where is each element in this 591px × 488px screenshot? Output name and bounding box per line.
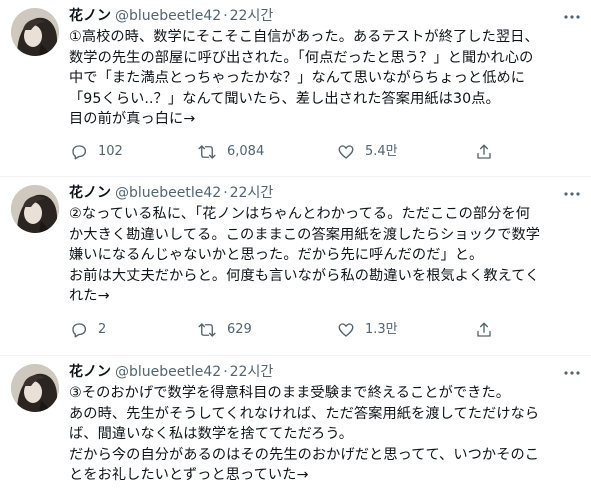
avatar[interactable] (11, 185, 59, 233)
tweet[interactable]: 花ノン @bluebeetle42 · 22시간 ③そのおかげで数学を得意科目のまま受… (0, 356, 591, 488)
retweet-icon (197, 143, 217, 161)
like-count: 5.4만 (365, 144, 398, 159)
retweet-count: 629 (227, 322, 252, 337)
author-name[interactable]: 花ノン (69, 8, 111, 24)
timestamp[interactable]: 22시간 (230, 8, 274, 24)
separator: · (223, 364, 228, 380)
retweet-button[interactable]: 6,084 (197, 140, 264, 164)
like-count: 1.3만 (365, 322, 398, 337)
tweet[interactable]: 花ノン @bluebeetle42 · 22시간 ②なっている私に、「花ノンはちゃんと… (0, 177, 591, 355)
reply-count: 2 (98, 322, 107, 337)
timestamp[interactable]: 22시간 (230, 185, 274, 201)
tweet-text: ②なっている私に、「花ノンはちゃんとわかってる。ただここの部分を何 か大きく勘違… (69, 206, 541, 304)
share-icon (475, 321, 493, 339)
tweet-header: 花ノン @bluebeetle42 · 22시간 (69, 6, 551, 26)
tweet[interactable]: 花ノン @bluebeetle42 · 22시간 ①高校の時、数学にそこそこ自信があっ… (0, 0, 591, 176)
tweet-header: 花ノン @bluebeetle42 · 22시간 (69, 362, 551, 382)
reply-icon (70, 143, 88, 161)
tweet-actions: 2 629 1.3만 (62, 318, 502, 342)
more-icon[interactable] (561, 183, 583, 205)
reply-icon (70, 321, 88, 339)
like-button[interactable]: 5.4만 (337, 140, 398, 164)
reply-button[interactable]: 102 (70, 140, 123, 164)
tweet-text: ①高校の時、数学にそこそこ自信があった。あるテストが終了した翌日、 数学の先生の… (69, 29, 539, 127)
heart-icon (337, 321, 355, 339)
separator: · (223, 8, 228, 24)
author-name[interactable]: 花ノン (69, 364, 111, 380)
retweet-count: 6,084 (227, 144, 265, 159)
share-button[interactable] (475, 318, 493, 342)
author-handle[interactable]: @bluebeetle42 (115, 185, 221, 201)
avatar[interactable] (11, 364, 59, 412)
more-icon[interactable] (561, 362, 583, 384)
heart-icon (337, 143, 355, 161)
separator: · (223, 185, 228, 201)
retweet-icon (197, 321, 217, 339)
tweet-text: ③そのおかげで数学を得意科目のまま受験まで終えることができた。 あの時、先生がそ… (69, 385, 540, 483)
reply-button[interactable]: 2 (70, 318, 106, 342)
share-button[interactable] (475, 140, 493, 164)
like-button[interactable]: 1.3만 (337, 318, 398, 342)
author-name[interactable]: 花ノン (69, 185, 111, 201)
tweet-actions: 102 6,084 5.4만 (62, 140, 502, 164)
author-handle[interactable]: @bluebeetle42 (115, 8, 221, 24)
more-icon[interactable] (561, 6, 583, 28)
timestamp[interactable]: 22시간 (230, 364, 274, 380)
tweet-header: 花ノン @bluebeetle42 · 22시간 (69, 183, 551, 203)
avatar[interactable] (11, 8, 59, 56)
share-icon (475, 143, 493, 161)
author-handle[interactable]: @bluebeetle42 (115, 364, 221, 380)
retweet-button[interactable]: 629 (197, 318, 252, 342)
reply-count: 102 (98, 144, 123, 159)
